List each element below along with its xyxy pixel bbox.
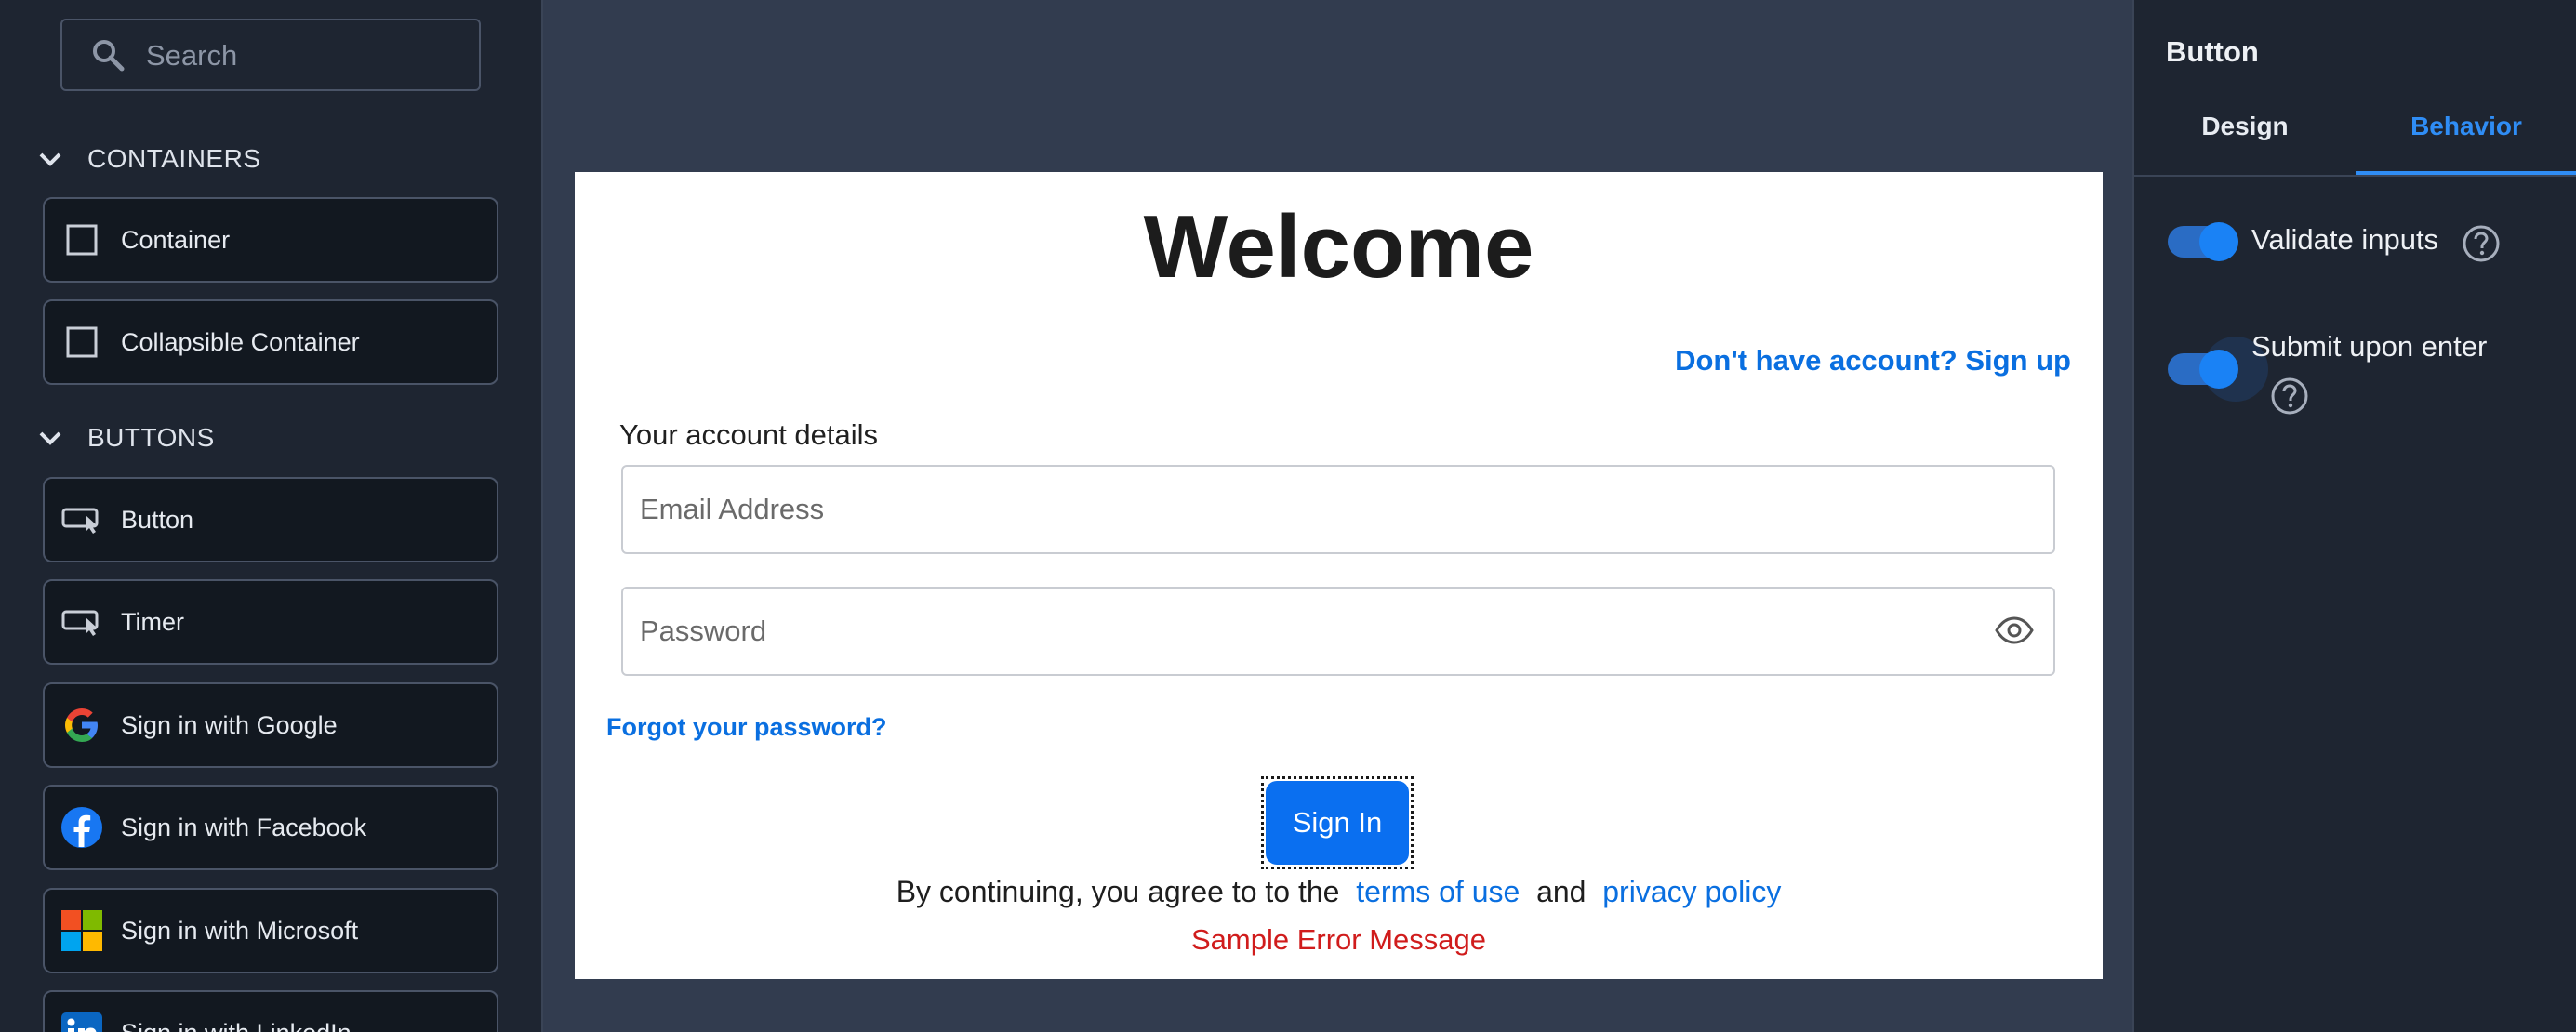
chevron-down-icon: [33, 421, 67, 455]
search-input[interactable]: [144, 33, 460, 78]
search-icon: [90, 37, 127, 79]
submit-upon-enter-toggle[interactable]: [2168, 350, 2238, 389]
tab-label: Design: [2201, 112, 2289, 140]
terms-and: and: [1536, 875, 1587, 908]
terms-of-use-link[interactable]: terms of use: [1356, 875, 1520, 908]
email-input[interactable]: [638, 485, 1977, 534]
password-input[interactable]: [638, 607, 1977, 655]
component-label: Sign in with Google: [121, 710, 338, 739]
square-icon: [60, 320, 104, 364]
component-collapsible-container[interactable]: Collapsible Container: [43, 299, 498, 385]
selection-outline: Sign In: [1261, 776, 1414, 869]
chevron-down-icon: [33, 142, 67, 176]
component-label: Sign in with Facebook: [121, 813, 367, 841]
component-timer[interactable]: Timer: [43, 579, 498, 665]
help-icon[interactable]: [2462, 224, 2501, 268]
component-label: Button: [121, 505, 194, 534]
section-buttons[interactable]: BUTTONS: [33, 415, 215, 461]
section-title: CONTAINERS: [87, 144, 261, 173]
toggle-knob: [2199, 350, 2238, 389]
signup-link[interactable]: Don't have account? Sign up: [1675, 344, 2071, 377]
component-sign-in-facebook[interactable]: Sign in with Facebook: [43, 785, 498, 870]
component-label: Container: [121, 225, 231, 254]
submit-upon-enter-label: Submit upon enter: [2251, 330, 2488, 363]
section-containers[interactable]: CONTAINERS: [33, 136, 261, 182]
validate-inputs-toggle[interactable]: [2168, 222, 2238, 261]
login-form-preview: Welcome Don't have account? Sign up Your…: [575, 172, 2103, 979]
component-sign-in-microsoft[interactable]: Sign in with Microsoft: [43, 888, 498, 973]
password-field[interactable]: [621, 587, 2055, 676]
toggle-knob: [2199, 222, 2238, 261]
forgot-password-link[interactable]: Forgot your password?: [606, 713, 887, 742]
component-container[interactable]: Container: [43, 197, 498, 283]
google-icon: [60, 703, 104, 748]
account-details-label: Your account details: [619, 418, 879, 451]
component-label: Collapsible Container: [121, 327, 360, 356]
tab-behavior[interactable]: Behavior: [2356, 112, 2576, 175]
design-canvas[interactable]: Welcome Don't have account? Sign up Your…: [543, 0, 2132, 1032]
search-box[interactable]: [60, 19, 481, 91]
form-title: Welcome: [1143, 197, 1534, 297]
terms-text: By continuing, you agree to to the terms…: [575, 875, 2103, 909]
component-sign-in-google[interactable]: Sign in with Google: [43, 682, 498, 768]
facebook-icon: [60, 805, 104, 850]
sign-in-button[interactable]: Sign In: [1266, 781, 1409, 865]
tab-design[interactable]: Design: [2134, 112, 2356, 175]
validate-inputs-label: Validate inputs: [2251, 223, 2439, 256]
linkedin-icon: [60, 1011, 104, 1032]
tab-divider: [2134, 175, 2576, 177]
eye-icon[interactable]: [1994, 616, 2035, 649]
help-icon[interactable]: [2270, 377, 2309, 420]
components-panel: CONTAINERS Container Collapsible Contain…: [0, 0, 543, 1032]
component-sign-in-linkedin[interactable]: Sign in with LinkedIn: [43, 990, 498, 1032]
component-button[interactable]: Button: [43, 477, 498, 562]
panel-title: Button: [2166, 35, 2259, 68]
tab-label: Behavior: [2410, 112, 2522, 140]
email-field[interactable]: [621, 465, 2055, 554]
component-label: Sign in with Microsoft: [121, 916, 359, 945]
privacy-policy-link[interactable]: privacy policy: [1602, 875, 1781, 908]
section-title: BUTTONS: [87, 423, 215, 452]
error-message: Sample Error Message: [1190, 923, 1486, 956]
terms-prefix: By continuing, you agree to to the: [896, 875, 1340, 908]
square-icon: [60, 218, 104, 262]
component-label: Sign in with LinkedIn: [121, 1019, 352, 1032]
component-label: Timer: [121, 607, 184, 636]
properties-panel: Button Design Behavior Validate inputs S…: [2132, 0, 2576, 1032]
button-cursor-icon: [60, 497, 104, 542]
button-cursor-icon: [60, 600, 104, 644]
microsoft-icon: [60, 908, 104, 953]
